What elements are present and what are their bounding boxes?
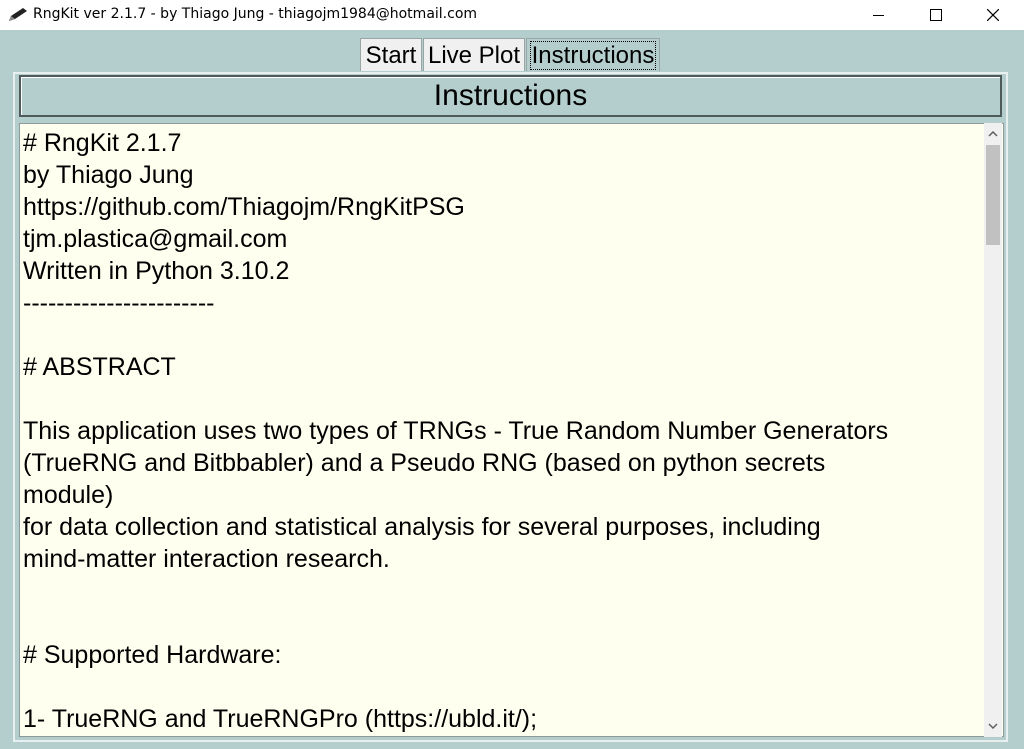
text-line: by Thiago Jung bbox=[23, 161, 194, 189]
close-button[interactable] bbox=[964, 0, 1022, 30]
text-line: for data collection and statistical anal… bbox=[23, 513, 821, 541]
tab-live-plot[interactable]: Live Plot bbox=[423, 38, 525, 71]
text-line: ----------------------- bbox=[23, 289, 215, 317]
text-line: 1- TrueRNG and TrueRNGPro (https://ubld.… bbox=[23, 705, 538, 733]
window-title: RngKit ver 2.1.7 - by Thiago Jung - thia… bbox=[33, 6, 478, 22]
text-line: This application uses two types of TRNGs… bbox=[23, 417, 889, 445]
tab-start[interactable]: Start bbox=[360, 38, 422, 71]
text-line bbox=[23, 319, 983, 351]
text-line: # Supported Hardware: bbox=[23, 641, 282, 669]
chevron-up-icon bbox=[988, 131, 998, 137]
instructions-text: # RngKit 2.1.7 by Thiago Jung https://gi… bbox=[23, 127, 983, 735]
close-icon bbox=[987, 9, 999, 21]
text-line: # ABSTRACT bbox=[23, 353, 176, 381]
text-line bbox=[23, 671, 983, 703]
vertical-scrollbar[interactable] bbox=[984, 123, 1002, 737]
text-line: tjm.plastica@gmail.com bbox=[23, 225, 288, 253]
text-line: Written in Python 3.10.2 bbox=[23, 257, 290, 285]
chevron-down-icon bbox=[988, 723, 998, 729]
scrollbar-thumb[interactable] bbox=[986, 145, 1000, 245]
minimize-button[interactable] bbox=[850, 0, 908, 30]
text-line: (TrueRNG and Bitbbabler) and a Pseudo RN… bbox=[23, 449, 826, 477]
maximize-icon bbox=[930, 9, 942, 21]
scroll-up-button[interactable] bbox=[984, 125, 1002, 143]
text-line bbox=[23, 607, 983, 639]
pen-icon bbox=[9, 8, 27, 21]
panel-heading: Instructions bbox=[19, 75, 1002, 117]
text-line: mind-matter interaction research. bbox=[23, 545, 390, 573]
maximize-button[interactable] bbox=[907, 0, 965, 30]
text-line: https://github.com/Thiagojm/RngKitPSG bbox=[23, 193, 465, 221]
tab-instructions-label: Instructions bbox=[529, 41, 657, 70]
tab-live-plot-label: Live Plot bbox=[427, 42, 521, 69]
text-line: # RngKit 2.1.7 bbox=[23, 129, 182, 157]
text-line bbox=[23, 575, 983, 607]
instructions-textbox[interactable]: # RngKit 2.1.7 by Thiago Jung https://gi… bbox=[19, 123, 1004, 737]
scroll-down-button[interactable] bbox=[984, 717, 1002, 735]
tab-instructions[interactable]: Instructions bbox=[526, 38, 660, 71]
tab-start-label: Start bbox=[365, 42, 417, 69]
text-line: module) bbox=[23, 481, 114, 509]
minimize-icon bbox=[873, 15, 884, 16]
text-line bbox=[23, 383, 983, 415]
title-bar[interactable]: RngKit ver 2.1.7 - by Thiago Jung - thia… bbox=[0, 0, 1024, 30]
